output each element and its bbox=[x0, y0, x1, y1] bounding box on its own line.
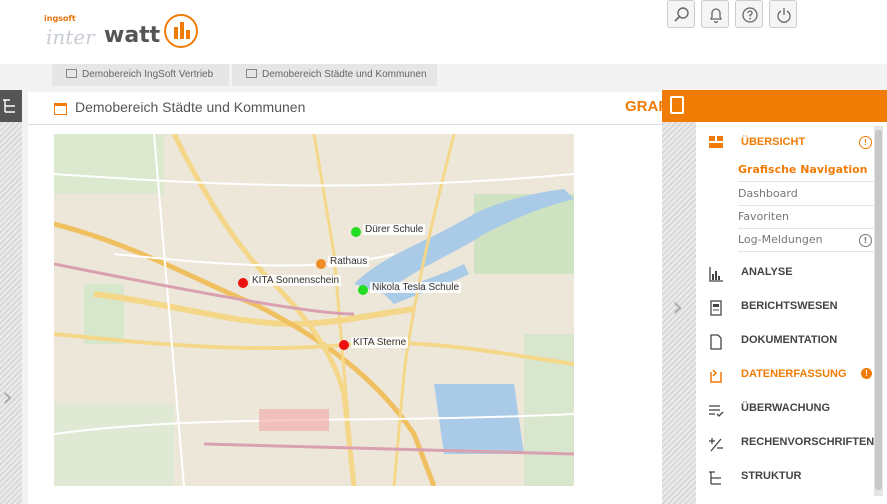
info-icon: ! bbox=[859, 136, 872, 149]
breadcrumb-item[interactable]: Demobereich IngSoft Vertrieb bbox=[52, 64, 229, 86]
map-marker-nikola-tesla-schule[interactable] bbox=[358, 285, 368, 295]
info-icon: ! bbox=[859, 234, 872, 247]
menu-label: ANALYSE bbox=[741, 266, 793, 278]
breadcrumb-label: Demobereich IngSoft Vertrieb bbox=[82, 69, 214, 80]
alert-icon: ! bbox=[861, 368, 872, 379]
submenu-item-dashboard[interactable]: Dashboard bbox=[738, 182, 876, 206]
bell-icon bbox=[709, 8, 723, 24]
power-icon bbox=[777, 8, 791, 23]
document-icon bbox=[710, 334, 722, 350]
menu-label: RECHENVORSCHRIFTEN bbox=[741, 436, 875, 448]
folder-icon bbox=[66, 69, 77, 78]
map-marker-rathaus[interactable] bbox=[316, 259, 326, 269]
logo-mark-icon bbox=[164, 14, 198, 48]
notebook-icon[interactable] bbox=[670, 96, 684, 114]
search-icon bbox=[674, 7, 689, 22]
marker-label[interactable]: Rathaus bbox=[328, 256, 370, 267]
monitoring-icon bbox=[709, 405, 724, 417]
search-button[interactable] bbox=[667, 0, 695, 28]
menu-item-ueberwachung[interactable]: ÜBERWACHUNG bbox=[696, 400, 876, 420]
structure-icon bbox=[709, 471, 721, 485]
panel-header bbox=[662, 90, 887, 122]
map-image bbox=[54, 134, 574, 486]
menu-label: ÜBERWACHUNG bbox=[741, 402, 831, 414]
marker-label[interactable]: KITA Sonnenschein bbox=[250, 275, 342, 286]
map-marker-duerer-schule[interactable] bbox=[351, 227, 361, 237]
menu-label: ÜBERSICHT bbox=[741, 136, 806, 148]
menu-item-datenerfassung[interactable]: DATENERFASSUNG ! bbox=[696, 366, 876, 386]
breadcrumb-label: Demobereich Städte und Kommunen bbox=[262, 69, 427, 80]
submenu-item-grafische-navigation[interactable]: Grafische Navigation bbox=[738, 158, 876, 182]
chevron-left-icon[interactable]: › bbox=[2, 380, 13, 413]
logout-button[interactable] bbox=[769, 0, 797, 28]
submenu-label: Log-Meldungen bbox=[738, 233, 823, 246]
left-collapse-strip[interactable]: › bbox=[0, 90, 22, 504]
logo-brand-watt: watt bbox=[104, 23, 161, 48]
panel-scrollbar[interactable] bbox=[874, 126, 883, 496]
map-marker-kita-sonnenschein[interactable] bbox=[238, 278, 248, 288]
logo-brand-name: inter bbox=[46, 25, 95, 49]
app-header: ingsoft inter watt bbox=[0, 0, 887, 64]
menu-label: BERICHTSWESEN bbox=[741, 300, 838, 312]
menu-label: STRUKTUR bbox=[741, 470, 802, 482]
breadcrumb: Demobereich IngSoft Vertrieb Demobereich… bbox=[0, 64, 887, 88]
navigation-panel: › ÜBERSICHT ! Grafische Navigation Dashb… bbox=[662, 90, 887, 504]
map-marker-kita-sterne[interactable] bbox=[339, 340, 349, 350]
folder-icon bbox=[246, 69, 257, 78]
notifications-button[interactable] bbox=[701, 0, 729, 28]
menu-item-berichtswesen[interactable]: BERICHTSWESEN bbox=[696, 298, 876, 318]
menu-label: DATENERFASSUNG bbox=[741, 368, 847, 380]
dashboard-icon bbox=[709, 136, 723, 148]
folder-icon bbox=[54, 103, 67, 115]
scrollbar-thumb[interactable] bbox=[875, 130, 882, 490]
structure-toggle[interactable] bbox=[0, 90, 22, 122]
marker-label[interactable]: Dürer Schule bbox=[363, 224, 426, 235]
calculation-icon bbox=[709, 438, 723, 452]
menu-item-struktur[interactable]: STRUKTUR bbox=[696, 468, 876, 488]
structure-icon bbox=[3, 99, 15, 113]
menu-item-uebersicht[interactable]: ÜBERSICHT ! bbox=[696, 134, 876, 154]
menu-item-dokumentation[interactable]: DOKUMENTATION bbox=[696, 332, 876, 352]
logo[interactable]: ingsoft inter watt bbox=[44, 14, 214, 54]
breadcrumb-item[interactable]: Demobereich Städte und Kommunen bbox=[232, 64, 437, 86]
help-icon bbox=[742, 7, 758, 23]
chevron-right-icon[interactable]: › bbox=[672, 290, 683, 323]
header-icons bbox=[667, 0, 801, 30]
marker-label[interactable]: KITA Sterne bbox=[351, 337, 409, 348]
page-titlebar: Demobereich Städte und Kommunen GRAF bbox=[28, 92, 668, 125]
page-title: Demobereich Städte und Kommunen bbox=[75, 99, 306, 115]
submenu-item-log-meldungen[interactable]: Log-Meldungen ! bbox=[738, 228, 876, 252]
menu-label: DOKUMENTATION bbox=[741, 334, 838, 346]
menu-item-analyse[interactable]: ANALYSE bbox=[696, 264, 876, 284]
report-icon bbox=[710, 300, 722, 316]
menu-item-rechenvorschriften[interactable]: RECHENVORSCHRIFTEN bbox=[696, 434, 876, 454]
panel-menu: ÜBERSICHT ! Grafische Navigation Dashboa… bbox=[696, 122, 876, 504]
bar-chart-icon bbox=[709, 267, 723, 282]
submenu-item-favoriten[interactable]: Favoriten bbox=[738, 205, 876, 229]
data-entry-icon bbox=[710, 369, 722, 383]
graphic-navigation-map[interactable]: Dürer Schule Rathaus KITA Sonnenschein N… bbox=[54, 134, 574, 486]
marker-label[interactable]: Nikola Tesla Schule bbox=[370, 282, 462, 293]
logo-brand-small: ingsoft bbox=[44, 14, 76, 23]
help-button[interactable] bbox=[735, 0, 763, 28]
